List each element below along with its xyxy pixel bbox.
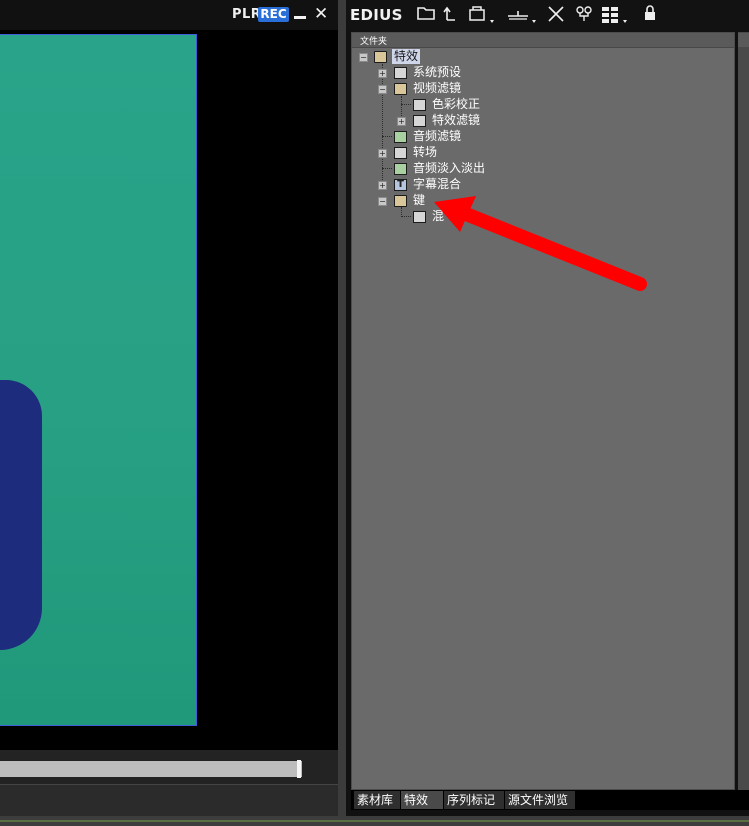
tree-connector (382, 136, 392, 137)
tree-node-label: 色彩校正 (432, 97, 481, 111)
filter-icon (413, 99, 426, 111)
filter-icon (413, 115, 426, 127)
panel-header (352, 33, 734, 48)
app-name: EDIUS (350, 6, 403, 24)
cut-icon[interactable] (547, 5, 565, 27)
scrubber-handle[interactable] (297, 760, 301, 778)
tree-connector (382, 168, 392, 169)
tree-connector (401, 216, 411, 217)
player-titlebar (0, 0, 343, 30)
tree-node-label: 系统预设 (413, 65, 462, 79)
tree-node-label: 键 (413, 193, 426, 207)
collapse-icon[interactable]: − (359, 53, 368, 62)
open-folder-icon (374, 51, 387, 63)
open-folder-icon (394, 195, 407, 207)
audio-fade-icon (394, 163, 407, 175)
tab-effects[interactable]: 特效 (401, 791, 443, 809)
title-icon: T (394, 179, 407, 191)
tree-node-label: 转场 (413, 145, 438, 159)
timeline-scrubber[interactable] (0, 761, 302, 777)
expand-icon[interactable]: + (397, 117, 406, 126)
key-effect-icon (413, 211, 426, 223)
plr-mode-button[interactable]: PLR (232, 7, 261, 22)
panel-title: 文件夹 (360, 37, 388, 47)
tab-source-browser[interactable]: 源文件浏览 (505, 791, 575, 809)
transition-icon (394, 147, 407, 159)
lock-icon[interactable] (644, 5, 656, 25)
add-clip-icon[interactable] (506, 5, 540, 29)
tree-node-label: 音频淡入淡出 (413, 161, 486, 175)
tree-connector (401, 104, 411, 105)
expand-icon[interactable]: + (378, 149, 387, 158)
tab-sequence-markers[interactable]: 序列标记 (444, 791, 504, 809)
pane-divider[interactable] (338, 0, 346, 826)
view-mode-icon[interactable] (601, 5, 633, 29)
expand-icon[interactable]: + (378, 181, 387, 190)
expand-icon[interactable]: + (378, 69, 387, 78)
video-subject (0, 380, 42, 650)
preset-folder-icon (394, 67, 407, 79)
tree-node-label: 特效 (392, 49, 421, 64)
open-folder-icon (394, 83, 407, 95)
adjacent-panel-header (738, 33, 749, 47)
tree-node-label: 字幕混合 (413, 177, 462, 191)
folder-icon[interactable] (417, 5, 435, 25)
minimize-icon[interactable] (294, 16, 306, 19)
clip-import-icon[interactable] (467, 5, 497, 29)
tree-node-label: 特效滤镜 (432, 113, 481, 127)
tree-node-label: 混 (432, 209, 445, 223)
tree-node-label: 视频滤镜 (413, 81, 462, 95)
close-icon[interactable]: ✕ (314, 4, 328, 24)
collapse-icon[interactable]: − (378, 85, 387, 94)
tree-connector (382, 64, 383, 190)
player-controls-area (0, 784, 343, 817)
up-folder-icon[interactable] (443, 5, 457, 25)
folder-tree-panel (351, 32, 735, 790)
status-accent-line (0, 820, 749, 822)
tab-asset-library[interactable]: 素材库 (354, 791, 400, 809)
rec-mode-button[interactable]: REC (258, 7, 289, 22)
audio-filter-icon (394, 131, 407, 143)
tree-node-label: 音频滤镜 (413, 129, 462, 143)
effects-icon[interactable] (575, 5, 593, 27)
adjacent-panel-edge (738, 32, 749, 790)
collapse-icon[interactable]: − (378, 197, 387, 206)
